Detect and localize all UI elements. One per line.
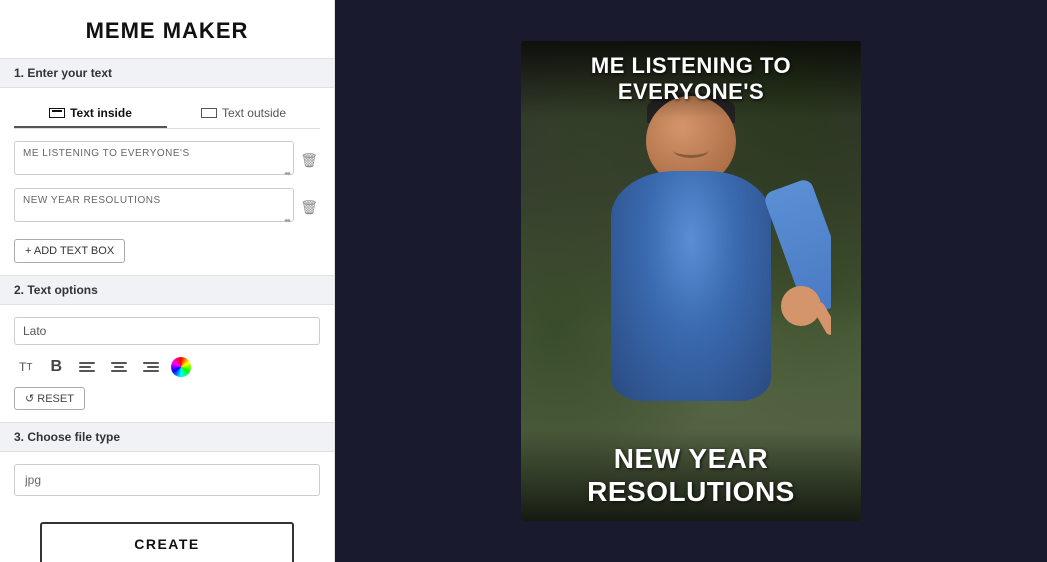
create-section: CREATE <box>0 508 334 562</box>
bold-button[interactable]: B <box>45 355 67 379</box>
text-field-wrapper-2: NEW YEAR RESOLUTIONS ⬌ <box>14 188 294 227</box>
text-field-wrapper-1: ME LISTENING TO EVERYONE'S ⬌ <box>14 141 294 180</box>
meme-preview: ME LISTENING TO EVERYONE'S NEW YEAR RESO… <box>521 41 861 521</box>
section-file-type-header: 3. Choose file type <box>0 422 334 452</box>
meme-bottom-text: NEW YEAR RESOLUTIONS <box>521 430 861 521</box>
font-size-button[interactable]: TT <box>14 357 37 377</box>
person-body <box>611 171 771 401</box>
text-tools-row: TT B <box>14 355 320 379</box>
resize-handle-2[interactable]: ⬌ <box>284 217 292 225</box>
meme-top-text: ME LISTENING TO EVERYONE'S <box>521 41 861 118</box>
section-text-options-body: Lato Arial Impact Georgia TT B <box>0 305 334 422</box>
app-title: MEME MAKER <box>0 0 334 58</box>
section-text-options-header: 2. Text options <box>0 275 334 305</box>
align-center-button[interactable] <box>107 359 131 375</box>
section-text-entry-header: 1. Enter your text <box>0 58 334 88</box>
text-field-row-2: NEW YEAR RESOLUTIONS ⬌ 🗑 <box>14 188 320 227</box>
left-panel: MEME MAKER 1. Enter your text Text insid… <box>0 0 335 562</box>
right-panel: ME LISTENING TO EVERYONE'S NEW YEAR RESO… <box>335 0 1047 562</box>
meme-background: ME LISTENING TO EVERYONE'S NEW YEAR RESO… <box>521 41 861 521</box>
align-left-button[interactable] <box>75 359 99 375</box>
delete-text-2-button[interactable]: 🗑 <box>298 197 320 218</box>
create-button[interactable]: CREATE <box>40 522 294 562</box>
tab-outside-icon <box>201 108 217 118</box>
tab-text-outside[interactable]: Text outside <box>167 100 320 128</box>
tab-inside-icon <box>49 108 65 118</box>
section-text-entry-body: Text inside Text outside ME LISTENING TO… <box>0 88 334 275</box>
text-mode-tabs: Text inside Text outside <box>14 100 320 129</box>
reset-button[interactable]: ↺ RESET <box>14 387 85 410</box>
color-picker-button[interactable] <box>171 357 191 377</box>
resize-handle-1[interactable]: ⬌ <box>284 170 292 178</box>
add-text-box-button[interactable]: + ADD TEXT BOX <box>14 239 125 263</box>
photo-area <box>551 86 831 471</box>
delete-text-1-button[interactable]: 🗑 <box>298 150 320 171</box>
person-smile <box>674 143 709 158</box>
text-input-2[interactable]: NEW YEAR RESOLUTIONS <box>14 188 294 222</box>
align-right-button[interactable] <box>139 359 163 375</box>
file-type-select[interactable]: jpg png gif <box>14 464 320 496</box>
tab-text-inside[interactable]: Text inside <box>14 100 167 128</box>
text-field-row-1: ME LISTENING TO EVERYONE'S ⬌ 🗑 <box>14 141 320 180</box>
section-file-type-body: jpg png gif <box>0 452 334 508</box>
text-input-1[interactable]: ME LISTENING TO EVERYONE'S <box>14 141 294 175</box>
font-select[interactable]: Lato Arial Impact Georgia <box>14 317 320 345</box>
